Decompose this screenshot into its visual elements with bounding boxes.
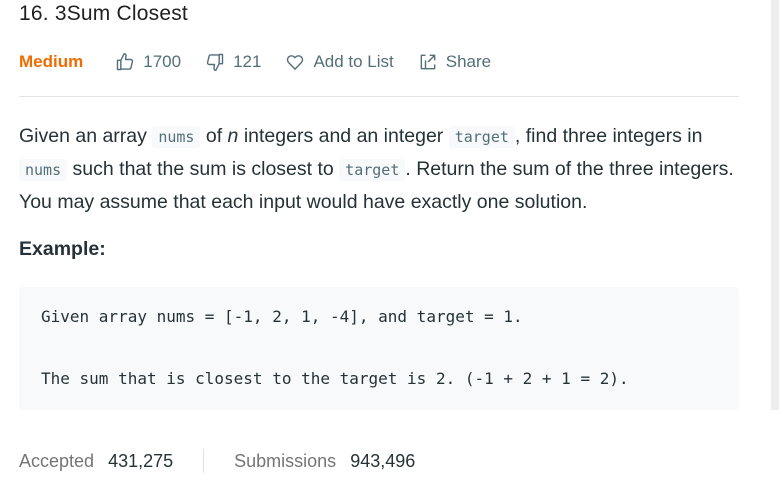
problem-meta-bar: Medium 1700 121 Add to List Share: [19, 50, 515, 74]
description-text: , find three integers in: [514, 125, 703, 147]
inline-code-target: target: [339, 159, 406, 181]
problem-page: 16. 3Sum Closest Medium 1700 121 Add to …: [0, 0, 779, 483]
example-line-input: Given array nums = [-1, 2, 1, -4], and t…: [41, 307, 523, 326]
description-text: of: [200, 125, 228, 147]
variable-n: n: [227, 125, 239, 147]
like-button[interactable]: 1700: [115, 52, 181, 72]
difficulty-label: Medium: [19, 52, 84, 71]
example-code-block: Given array nums = [-1, 2, 1, -4], and t…: [19, 287, 739, 410]
inline-code-target: target: [448, 126, 515, 148]
share-icon: [420, 54, 436, 70]
share-label: Share: [445, 52, 492, 71]
submissions-count: 943,496: [350, 450, 416, 471]
inline-code-nums: nums: [19, 159, 68, 181]
scrollbar[interactable]: [771, 0, 779, 410]
example-heading: Example:: [19, 238, 106, 260]
share-button[interactable]: Share: [418, 52, 491, 72]
submissions-label: Submissions: [234, 450, 337, 471]
accepted-label: Accepted: [19, 450, 95, 471]
description-text: Given an array: [19, 125, 153, 147]
accepted-count: 431,275: [108, 450, 174, 471]
thumbs-up-icon: [117, 52, 134, 71]
problem-description: Given an array nums of n integers and an…: [19, 120, 737, 218]
stats-separator: [203, 449, 205, 473]
inline-code-nums: nums: [152, 126, 201, 148]
header-divider: [19, 96, 739, 97]
dislike-count: 121: [233, 52, 262, 71]
dislike-button[interactable]: 121: [205, 52, 261, 72]
description-text: such that the sum is closest to: [67, 158, 340, 180]
thumbs-down-icon: [206, 53, 224, 72]
like-count: 1700: [143, 52, 182, 71]
description-text: integers and an integer: [238, 125, 449, 147]
heart-icon: [287, 55, 304, 70]
example-line-output: The sum that is closest to the target is…: [41, 369, 629, 388]
problem-title: 16. 3Sum Closest: [19, 2, 188, 25]
add-to-list-button[interactable]: Add to List: [285, 52, 394, 72]
submission-stats: Accepted 431,275 Submissions 943,496: [19, 449, 415, 473]
add-to-list-label: Add to List: [313, 52, 394, 71]
